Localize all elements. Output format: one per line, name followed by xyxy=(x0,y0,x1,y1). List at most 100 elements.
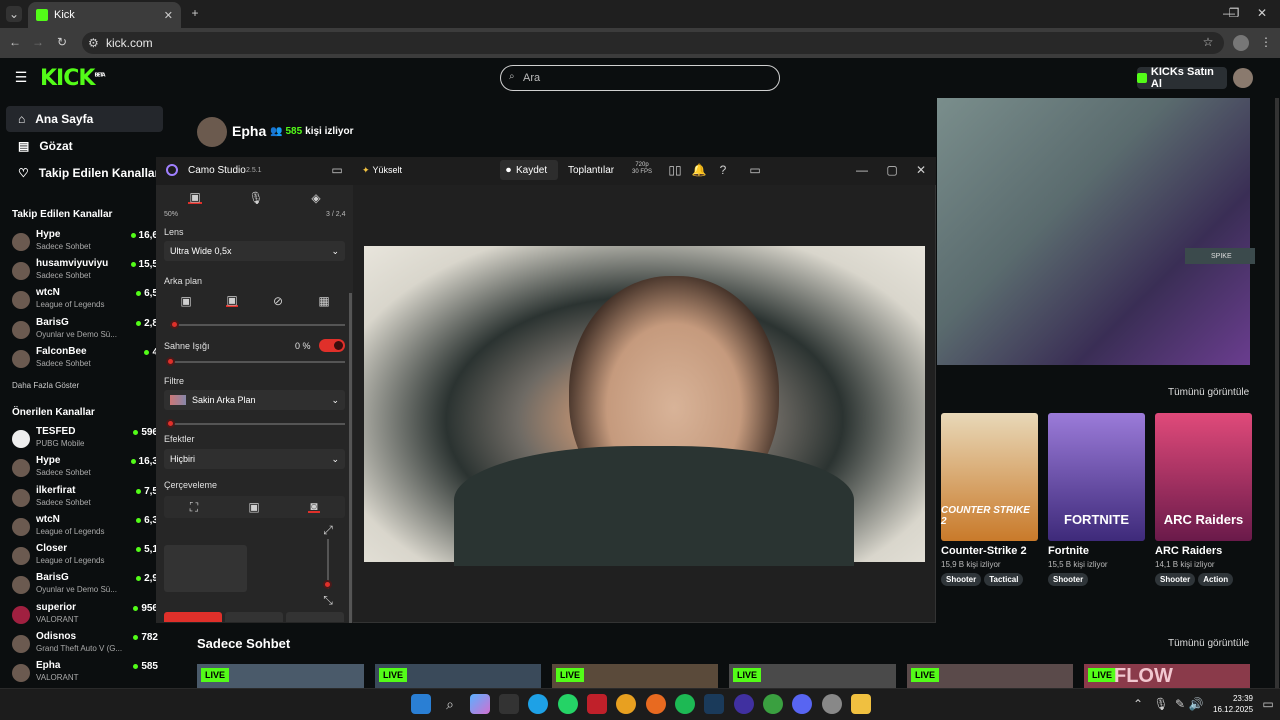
recommended-channel[interactable]: Hype Sadece Sohbet 16,3 xyxy=(12,455,158,484)
sidebar-toggle-icon[interactable]: ▭ xyxy=(331,163,343,177)
search-input[interactable]: ⌕ Ara xyxy=(500,65,780,91)
tab-close-icon[interactable]: ✕ xyxy=(164,9,173,22)
resolution-badge[interactable]: 720p 30 FPS xyxy=(632,162,652,176)
camo-close-icon[interactable]: ✕ xyxy=(915,163,927,177)
featured-stream-video[interactable]: SPIKE xyxy=(937,98,1255,365)
nav-following[interactable]: ♡ Takip Edilen Kanallar xyxy=(6,160,163,186)
scene-light-knob[interactable] xyxy=(166,357,175,366)
notification-icon[interactable]: ▭ xyxy=(1262,697,1274,711)
recommended-channel[interactable]: Closer League of Legends 5,1 xyxy=(12,543,158,572)
recommended-channel[interactable]: Odisnos Grand Theft Auto V (G... 782 xyxy=(12,631,158,660)
filter-dropdown[interactable]: Sakin Arka Plan ⌄ xyxy=(164,390,345,410)
camo-minimize-icon[interactable]: — xyxy=(856,163,868,177)
whatsapp-icon[interactable] xyxy=(558,694,578,714)
live-stream-thumb[interactable]: LIVE xyxy=(729,664,896,688)
live-stream-thumb[interactable]: LIVE xyxy=(197,664,364,688)
discord-icon[interactable] xyxy=(792,694,812,714)
maximize-window-icon[interactable]: ❐ xyxy=(1227,6,1241,20)
clock[interactable]: 23:39 16.12.2025 xyxy=(1213,693,1253,715)
followed-channel[interactable]: wtcN League of Legends 6,5 xyxy=(12,287,158,316)
live-stream-thumb[interactable]: LIVE xyxy=(552,664,718,688)
layers-tab-icon[interactable]: ◈ xyxy=(309,191,323,205)
filter-slider[interactable] xyxy=(170,423,345,425)
featured-streamer-name[interactable]: Epha xyxy=(232,123,266,139)
search-taskbar-icon[interactable]: ⌕ xyxy=(440,694,460,714)
new-tab-icon[interactable]: + xyxy=(188,6,202,20)
featured-avatar[interactable] xyxy=(197,117,227,147)
volume-icon[interactable]: 🔊 xyxy=(1189,697,1204,711)
hamburger-menu-icon[interactable]: ☰ xyxy=(14,69,28,85)
framing-preview[interactable] xyxy=(164,545,247,592)
category-card[interactable]: FORTNITE Fortnite 15,5 B kişi izliyor Sh… xyxy=(1048,413,1145,586)
category-card[interactable]: COUNTER STRIKE 2 Counter-Strike 2 15,9 B… xyxy=(941,413,1038,586)
expand-icon[interactable]: ⤢ xyxy=(323,523,333,537)
bg-off-icon[interactable]: ⊘ xyxy=(272,294,284,308)
blur-slider-knob[interactable] xyxy=(170,320,179,329)
tab-search-icon[interactable]: ⌄ xyxy=(6,6,22,22)
framing-manual-icon[interactable]: ⛶ xyxy=(188,500,200,514)
pen-tray-icon[interactable]: ✎ xyxy=(1174,697,1186,711)
mic-tab-icon[interactable]: 🎙 xyxy=(248,191,263,205)
camo-maximize-icon[interactable]: ▢ xyxy=(886,163,898,177)
panel-layout-icon[interactable]: ▭ xyxy=(749,163,761,177)
categories-see-all[interactable]: Tümünü görüntüle xyxy=(1168,387,1249,398)
back-icon[interactable]: ← xyxy=(8,35,22,49)
meetings-button[interactable]: Toplantılar xyxy=(568,165,614,176)
show-more-link[interactable]: Daha Fazla Göster xyxy=(12,381,79,390)
browser-tab[interactable]: Kick ✕ xyxy=(28,2,181,28)
site-info-icon[interactable]: ⚙ xyxy=(88,36,99,50)
recommended-channel[interactable]: Epha VALORANT 585 xyxy=(12,660,158,689)
app-icon[interactable] xyxy=(822,694,842,714)
kick-logo[interactable]: KICKBETA xyxy=(40,66,106,91)
live-stream-thumb[interactable]: LIVE FLOW xyxy=(1084,664,1250,688)
copilot-icon[interactable] xyxy=(470,694,490,714)
steam-icon[interactable] xyxy=(704,694,724,714)
bg-blur-icon[interactable]: ▣ xyxy=(226,293,238,307)
start-icon[interactable] xyxy=(411,694,431,714)
category-tag[interactable]: Shooter xyxy=(1048,573,1089,586)
recommended-channel[interactable]: wtcN League of Legends 6,3 xyxy=(12,514,158,543)
browser-menu-icon[interactable]: ⋮ xyxy=(1260,35,1272,49)
followed-channel[interactable]: FalconBeeSadece Sohbet4 xyxy=(12,346,158,375)
kicks-buy-button[interactable]: KICKs Satın Al xyxy=(1137,66,1227,90)
nav-home[interactable]: ⌂ Ana Sayfa xyxy=(6,106,163,132)
video-tab-icon[interactable]: ▣ xyxy=(188,190,202,204)
scene-light-toggle[interactable] xyxy=(319,339,345,352)
followed-channel[interactable]: BarisG Oyunlar ve Demo Sü... 2,8 xyxy=(12,317,158,346)
profile-avatar[interactable] xyxy=(1233,35,1249,51)
recommended-channel[interactable]: superior VALORANT 956 xyxy=(12,602,158,631)
bell-icon[interactable]: 🔔 xyxy=(692,163,707,177)
record-button[interactable]: ⏺ Kaydet xyxy=(500,160,558,180)
upgrade-button[interactable]: ✦ Yükselt xyxy=(362,165,402,176)
framing-reset-button[interactable] xyxy=(225,612,283,622)
category-card[interactable]: ARC Raiders ARC Raiders 14,1 B kişi izli… xyxy=(1155,413,1252,586)
category-tag[interactable]: Shooter xyxy=(941,573,982,586)
framing-action-button[interactable] xyxy=(164,612,222,622)
framing-center-icon[interactable]: ▣ xyxy=(248,500,260,514)
bg-none-icon[interactable]: ▣ xyxy=(180,294,192,308)
bookmark-star-icon[interactable]: ☆ xyxy=(1201,35,1215,49)
reload-icon[interactable]: ↻ xyxy=(55,35,69,49)
page-scrollbar[interactable] xyxy=(1275,98,1279,688)
followed-channel[interactable]: husamviyuviyu Sadece Sohbet 15,5 xyxy=(12,258,158,287)
help-icon[interactable]: ? xyxy=(717,163,729,177)
chrome-icon[interactable] xyxy=(616,694,636,714)
scene-light-slider[interactable] xyxy=(170,361,345,363)
split-view-icon[interactable]: ▯▯ xyxy=(668,163,681,177)
followed-channel[interactable]: Hype Sadece Sohbet 16,6 xyxy=(12,229,158,258)
url-bar[interactable]: ⚙ kick.com xyxy=(82,32,1224,54)
file-explorer-icon[interactable] xyxy=(851,694,871,714)
category-tag[interactable]: Shooter xyxy=(1155,573,1196,586)
chat-section-see-all[interactable]: Tümünü görüntüle xyxy=(1168,638,1249,649)
recommended-channel[interactable]: BarisG Oyunlar ve Demo Sü... 2,9 xyxy=(12,572,158,601)
category-tag[interactable]: Tactical xyxy=(984,573,1024,586)
framing-follow-icon[interactable]: ◙ xyxy=(308,499,320,513)
epic-games-icon[interactable] xyxy=(499,694,519,714)
user-avatar[interactable] xyxy=(1233,68,1253,88)
filter-slider-knob[interactable] xyxy=(166,419,175,428)
nav-browse[interactable]: ▤ Gözat xyxy=(6,133,163,159)
close-window-icon[interactable]: ✕ xyxy=(1255,6,1269,20)
recommended-channel[interactable]: TESFED PUBG Mobile 596 xyxy=(12,426,158,455)
live-stream-thumb[interactable]: LIVE xyxy=(907,664,1073,688)
chrome-icon[interactable] xyxy=(763,694,783,714)
